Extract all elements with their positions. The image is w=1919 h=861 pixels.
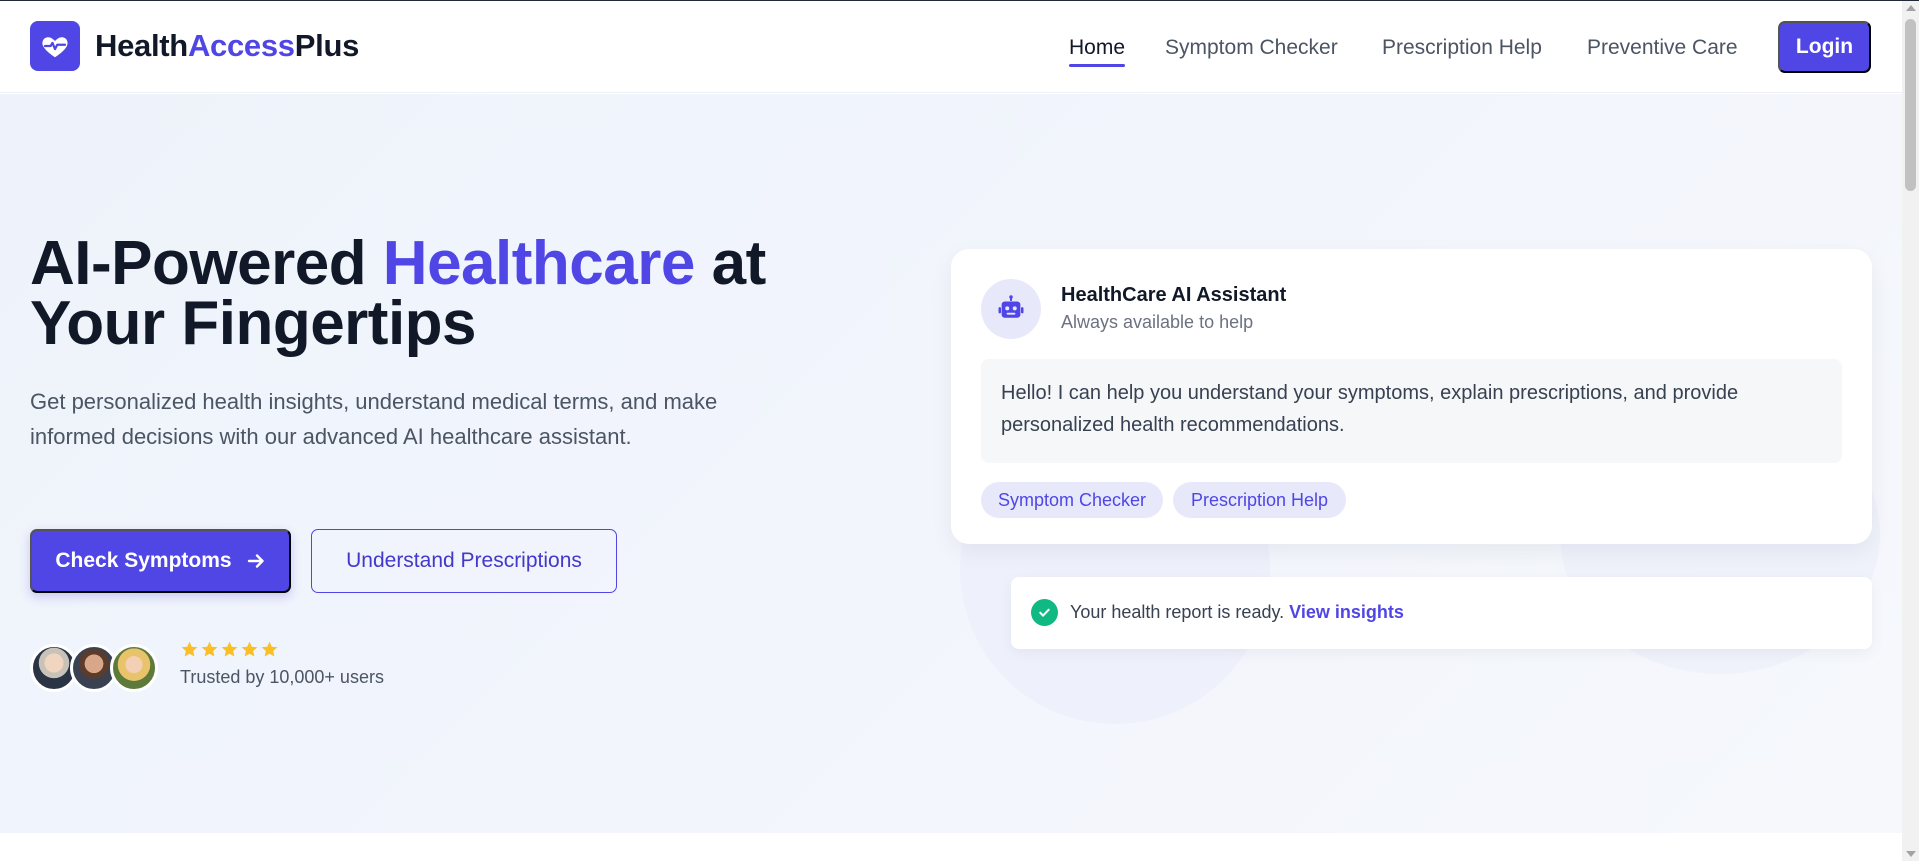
nav-preventive-care[interactable]: Preventive Care (1587, 35, 1738, 61)
scroll-up-arrow-icon[interactable] (1906, 5, 1916, 11)
star-icon (221, 641, 238, 657)
nav-symptom-checker[interactable]: Symptom Checker (1165, 35, 1338, 61)
brand-name[interactable]: HealthAccessPlus (95, 27, 359, 65)
arrow-right-icon (247, 554, 264, 568)
next-section (0, 833, 1902, 861)
notice-text: Your health report is ready. View insigh… (1070, 599, 1404, 626)
brand-part-3: Plus (294, 28, 360, 63)
check-circle-icon (1031, 599, 1058, 626)
nav-active-indicator (1069, 64, 1125, 67)
brand-part-1: Health (95, 28, 188, 63)
star-icon (241, 641, 258, 657)
logo-icon[interactable] (30, 21, 80, 71)
check-symptoms-label: Check Symptoms (55, 549, 232, 572)
hero-title: AI-Powered Healthcare at Your Fingertips (30, 233, 830, 355)
trusted-users-text: Trusted by 10,000+ users (180, 667, 384, 687)
site-header: HealthAccessPlus Home Symptom Checker Pr… (0, 1, 1902, 93)
chip-symptom-checker[interactable]: Symptom Checker (981, 482, 1163, 518)
hero-title-highlight: Healthcare (382, 229, 696, 298)
assistant-message: Hello! I can help you understand your sy… (981, 359, 1842, 463)
assistant-title: HealthCare AI Assistant (1061, 284, 1287, 306)
star-icon (201, 641, 218, 657)
hero-section: AI-Powered Healthcare at Your Fingertips… (0, 94, 1902, 833)
nav-prescription-help[interactable]: Prescription Help (1382, 35, 1542, 61)
understand-prescriptions-button[interactable]: Understand Prescriptions (311, 529, 617, 593)
scrollbar[interactable] (1902, 1, 1919, 861)
hero-subtitle: Get personalized health insights, unders… (30, 389, 718, 449)
robot-icon (998, 295, 1024, 318)
avatar (110, 644, 158, 692)
star-icon (181, 641, 198, 657)
brand-part-2: Access (187, 28, 295, 63)
view-insights-link[interactable]: View insights (1289, 602, 1404, 622)
nav-home[interactable]: Home (1069, 35, 1125, 61)
health-report-notice: Your health report is ready. View insigh… (1011, 577, 1872, 649)
scrollbar-thumb[interactable] (1905, 19, 1916, 191)
scroll-down-arrow-icon[interactable] (1906, 851, 1916, 857)
login-button[interactable]: Login (1778, 21, 1871, 73)
check-symptoms-button[interactable]: Check Symptoms (30, 529, 291, 593)
rating-stars (180, 640, 279, 659)
assistant-avatar (981, 279, 1041, 339)
hero-title-part-1: AI-Powered (30, 229, 383, 298)
notice-message: Your health report is ready. (1070, 602, 1290, 622)
chip-prescription-help[interactable]: Prescription Help (1173, 482, 1346, 518)
star-icon (261, 641, 278, 657)
heart-pulse-icon (42, 37, 68, 58)
user-avatars (30, 644, 160, 692)
assistant-card: HealthCare AI Assistant Always available… (951, 249, 1872, 544)
assistant-subtitle: Always available to help (1061, 312, 1254, 332)
